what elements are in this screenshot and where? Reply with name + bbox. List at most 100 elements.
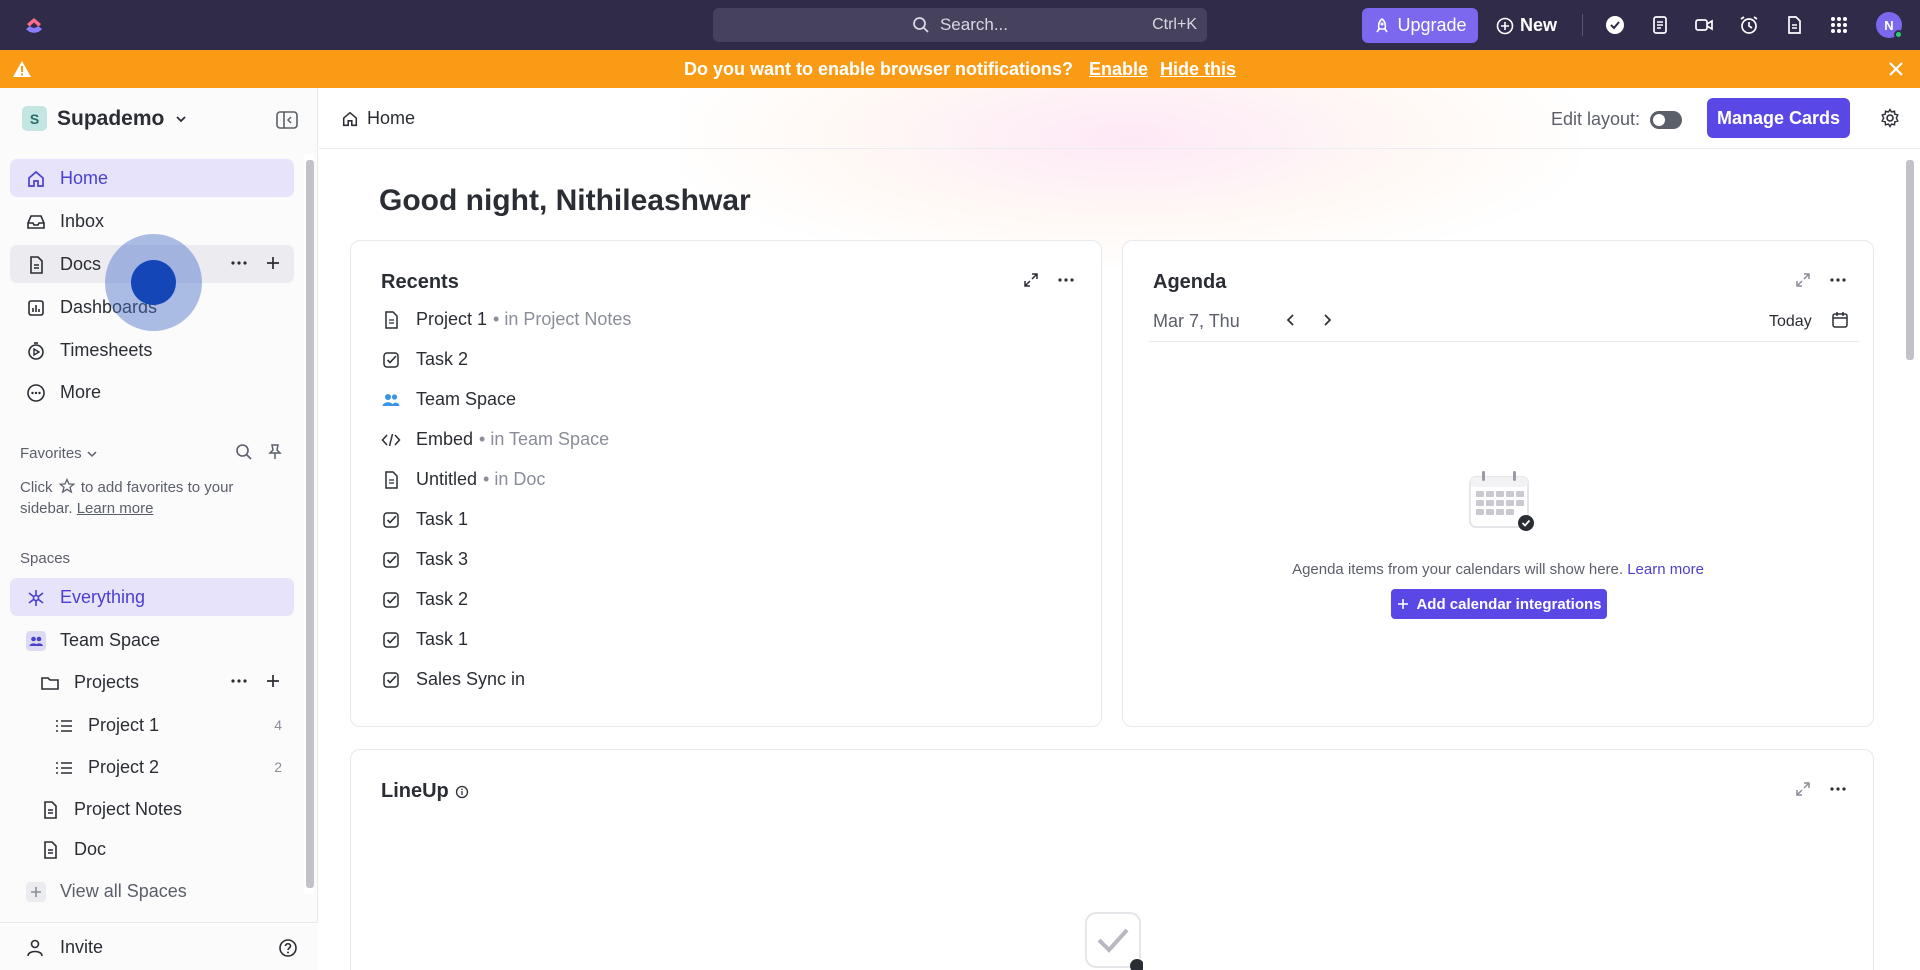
edit-layout-control: Edit layout: (1551, 109, 1683, 130)
chevron-down-icon (176, 115, 186, 122)
invite-label: Invite (60, 936, 104, 957)
everything-icon (28, 590, 44, 606)
more-horizontal-icon[interactable] (230, 672, 248, 690)
hide-notification-link[interactable]: Hide this (1160, 59, 1236, 80)
notification-message: Do you want to enable browser notificati… (683, 58, 1073, 79)
sidebar-item-doc[interactable]: Doc (10, 830, 294, 868)
recent-item[interactable]: Task 2 (381, 589, 468, 610)
expand-icon[interactable] (1795, 272, 1811, 288)
calendar-icon[interactable] (1831, 311, 1849, 329)
chevron-left-icon[interactable] (1283, 312, 1299, 328)
new-button[interactable]: New (1496, 8, 1557, 43)
help-icon[interactable] (278, 938, 298, 958)
sidebar-item-view-all-spaces[interactable]: View all Spaces (10, 872, 294, 910)
recent-item[interactable]: Team Space (381, 389, 516, 410)
collapse-sidebar-icon[interactable] (276, 110, 298, 130)
sidebar-scrollbar-thumb[interactable] (306, 160, 314, 888)
more-circle-icon (27, 384, 45, 402)
recent-item[interactable]: Task 2 (381, 349, 468, 370)
inbox-icon (27, 215, 45, 229)
breadcrumb[interactable]: Home (341, 108, 415, 129)
main-scrollbar-thumb[interactable] (1906, 160, 1914, 360)
recent-item[interactable]: Untitled • in Doc (381, 469, 545, 490)
online-status-dot (1894, 30, 1903, 39)
document-icon[interactable] (1783, 14, 1805, 36)
doc-icon (44, 801, 57, 819)
sidebar-item-label: Team Space (60, 629, 161, 650)
check-circle-icon[interactable] (1604, 14, 1626, 36)
manage-cards-button[interactable]: Manage Cards (1707, 98, 1850, 138)
search-bar[interactable]: Search... Ctrl+K (713, 8, 1207, 42)
plus-icon[interactable] (264, 672, 282, 690)
invite-button[interactable]: Invite (10, 928, 294, 966)
rocket-icon (1376, 17, 1389, 32)
add-calendar-label: Add calendar integrations (1416, 595, 1602, 613)
alarm-clock-icon[interactable] (1738, 14, 1760, 36)
sidebar-item-everything[interactable]: Everything (10, 578, 294, 616)
search-icon[interactable] (235, 443, 253, 461)
checkmark-illustration-icon (1085, 912, 1143, 970)
more-horizontal-icon[interactable] (1057, 271, 1075, 289)
add-calendar-integrations-button[interactable]: Add calendar integrations (1391, 589, 1607, 619)
timer-icon (28, 342, 44, 360)
sidebar-item-project-2[interactable]: Project 2 2 (10, 748, 294, 786)
task-count: 2 (274, 759, 282, 775)
expand-icon[interactable] (1795, 781, 1811, 797)
upgrade-label: Upgrade (1397, 15, 1467, 35)
sidebar-item-more[interactable]: More (10, 373, 294, 411)
apps-grid-icon[interactable] (1828, 14, 1850, 36)
more-horizontal-icon[interactable] (1829, 780, 1847, 798)
header-divider (319, 148, 1920, 149)
recent-item[interactable]: Task 1 (381, 629, 468, 650)
expand-icon[interactable] (1023, 272, 1039, 288)
favorites-header[interactable]: Favorites (20, 445, 98, 462)
sidebar-item-timesheets[interactable]: Timesheets (10, 331, 294, 369)
sidebar-item-projects[interactable]: Projects (10, 663, 294, 701)
sidebar-item-home[interactable]: Home (10, 159, 294, 197)
recent-item[interactable]: Task 3 (381, 549, 468, 570)
team-icon (382, 393, 400, 406)
doc-icon (385, 310, 398, 329)
agenda-empty-state: Agenda items from your calendars will sh… (1123, 561, 1873, 578)
sidebar-item-team-space[interactable]: Team Space (10, 621, 294, 659)
more-horizontal-icon[interactable] (1829, 271, 1847, 289)
recent-item[interactable]: Task 1 (381, 509, 468, 530)
upgrade-button[interactable]: Upgrade (1362, 8, 1478, 43)
workspace-avatar: S (22, 106, 47, 131)
edit-layout-toggle[interactable] (1650, 110, 1683, 129)
task-check-icon (383, 551, 399, 568)
close-icon[interactable] (1886, 59, 1906, 79)
notepad-icon[interactable] (1649, 14, 1671, 36)
enable-notifications-link[interactable]: Enable (1089, 59, 1148, 80)
recent-item[interactable]: Embed • in Team Space (381, 429, 609, 450)
sidebar-item-project-notes[interactable]: Project Notes (10, 790, 294, 828)
recent-item-location: • in Project Notes (493, 309, 632, 329)
chevron-right-icon[interactable] (1319, 312, 1335, 328)
recent-item[interactable]: Sales Sync in (381, 669, 525, 690)
calendar-illustration-icon (1469, 471, 1534, 531)
clickup-logo-icon[interactable] (22, 13, 46, 37)
doc-icon (30, 256, 43, 274)
info-icon[interactable] (455, 785, 469, 799)
agenda-learn-more-link[interactable]: Learn more (1627, 561, 1704, 578)
sidebar-item-project-1[interactable]: Project 1 4 (10, 706, 294, 744)
home-icon (342, 111, 358, 126)
plus-icon (26, 882, 46, 902)
recent-item-name: Embed (416, 429, 474, 449)
list-icon (56, 762, 72, 774)
task-check-icon (383, 351, 399, 368)
recent-item-location: • in Team Space (479, 429, 610, 449)
gear-icon[interactable] (1880, 108, 1900, 128)
recent-item[interactable]: Project 1 • in Project Notes (381, 309, 631, 330)
more-horizontal-icon[interactable] (230, 254, 248, 272)
user-avatar[interactable]: N (1876, 12, 1903, 39)
workspace-switcher[interactable]: S Supademo (22, 106, 188, 131)
plus-icon[interactable] (264, 254, 282, 272)
plus-circle-icon (1496, 17, 1514, 34)
agenda-divider (1149, 341, 1859, 342)
today-button[interactable]: Today (1769, 313, 1812, 331)
video-icon[interactable] (1693, 14, 1715, 36)
sidebar-item-label: Inbox (60, 210, 105, 231)
pin-icon[interactable] (266, 443, 284, 461)
favorites-learn-more-link[interactable]: Learn more (77, 500, 154, 517)
